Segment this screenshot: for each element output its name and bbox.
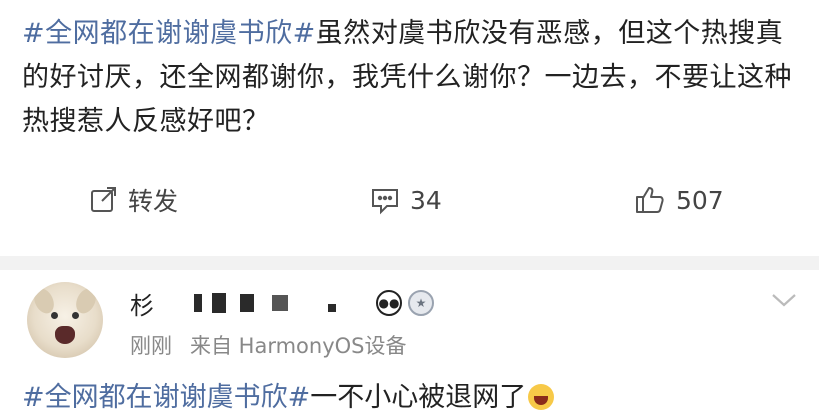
comment-button[interactable]: 34 — [370, 185, 442, 215]
post-hashtag-link[interactable]: #全网都在谢谢虞书欣# — [22, 18, 316, 49]
avatar[interactable] — [27, 282, 103, 358]
panda-badge-icon[interactable]: ●● — [376, 290, 402, 316]
like-count: 507 — [676, 185, 724, 215]
chevron-down-icon[interactable] — [770, 290, 798, 310]
repost-label: 转发 — [128, 187, 179, 216]
avatar-mouth — [55, 326, 75, 344]
redaction-mark — [328, 304, 336, 312]
laughing-emoji-icon — [528, 384, 555, 410]
avatar-eye-right — [72, 312, 79, 319]
comment-source: 来自 HarmonyOS设备 — [190, 334, 407, 358]
redaction-mark — [272, 295, 288, 311]
comment-time: 刚刚 — [130, 334, 172, 358]
redaction-mark — [194, 294, 202, 312]
comment-hashtag-link[interactable]: #全网都在谢谢虞书欣# — [22, 382, 310, 413]
username[interactable]: 杉 — [130, 286, 154, 321]
comment-meta: 刚刚 来自 HarmonyOS设备 — [130, 330, 407, 360]
like-button[interactable]: 507 — [634, 184, 724, 216]
username-row: 杉 ●● ★ — [130, 286, 434, 320]
thumbs-up-icon — [636, 187, 664, 213]
comment-count: 34 — [410, 185, 442, 215]
redaction-mark — [240, 294, 254, 312]
repost-button[interactable]: 转发 — [88, 182, 178, 218]
comment-body: 一不小心被退网了 — [310, 382, 527, 413]
comment-icon — [372, 189, 398, 215]
post-text: #全网都在谢谢虞书欣#虽然对虞书欣没有恶感，但这个热搜真的好讨厌，还全网都谢你，… — [22, 12, 802, 144]
avatar-eye-left — [51, 312, 58, 319]
post-action-bar: 转发 34 507 — [0, 174, 819, 226]
repost-icon — [91, 187, 116, 212]
redaction-mark — [212, 293, 226, 313]
medal-badge-icon[interactable]: ★ — [408, 290, 434, 316]
comment-text: #全网都在谢谢虞书欣#一不小心被退网了 — [22, 378, 555, 418]
user-badges: ●● ★ — [376, 290, 434, 316]
section-divider — [0, 256, 819, 270]
